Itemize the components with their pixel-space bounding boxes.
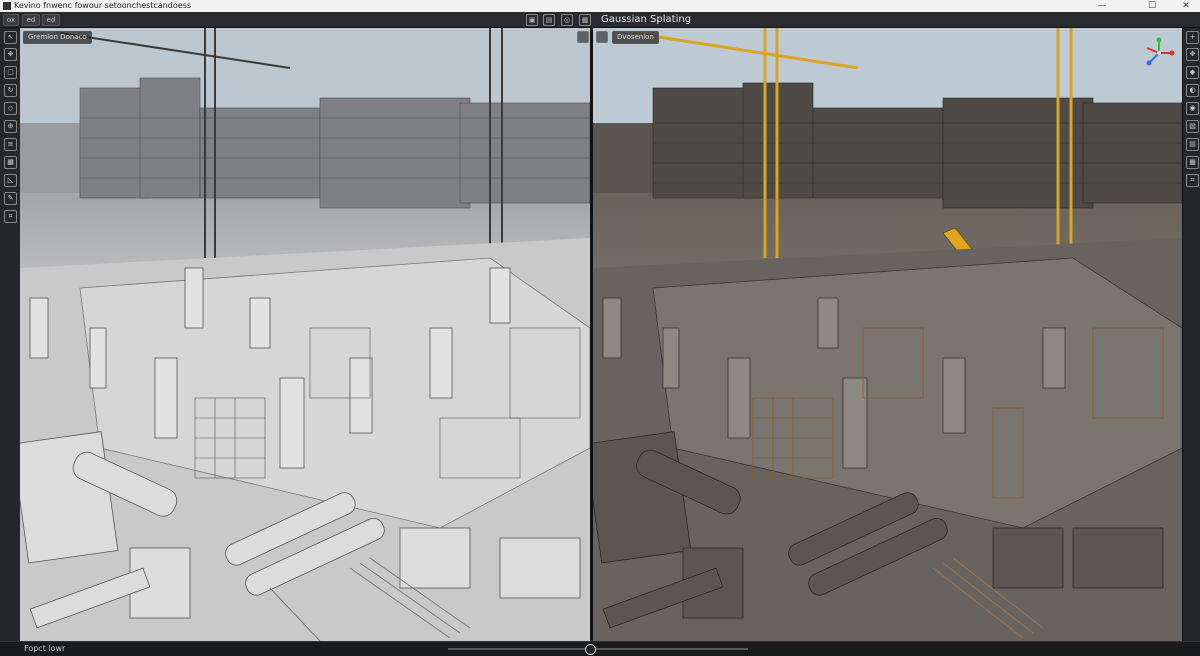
menu-button-3[interactable]: ed [42,14,60,26]
menu-toolbar: ox ed ed ▣ ▤ ◎ ▦ Gaussian Splating [0,12,1200,28]
scale-tool-icon[interactable]: ◇ [4,102,17,115]
add-icon[interactable]: + [1186,31,1199,44]
viewport-right-label: Dvosenlon [612,31,659,44]
cube-tool-icon[interactable]: ▢ [4,66,17,79]
grid-view-icon[interactable]: ▤ [1186,138,1199,151]
viewport-right-options-icon[interactable] [596,31,608,43]
viewport-gaussian-splat[interactable]: Dvosenlon [593,28,1182,641]
measure-tool-icon[interactable]: ◺ [4,174,17,187]
right-toolbar: + ✥ ◆ ◐ ◉ ▧ ▤ ▦ ⌗ [1182,28,1200,641]
render-view-icon[interactable]: ◉ [1186,102,1199,115]
grid-tool-icon[interactable]: ▦ [4,156,17,169]
checker-view-icon[interactable]: ▦ [1186,156,1199,169]
minimize-button[interactable]: — [1088,0,1116,12]
layout-icon[interactable]: ▦ [579,14,591,26]
menu-button-2[interactable]: ed [22,14,40,26]
layers-tool-icon[interactable]: ≡ [4,138,17,151]
axis-gizmo-icon[interactable] [1142,36,1176,70]
frame-view-icon[interactable]: ⌗ [1186,174,1199,187]
viewport-left-label: Gremlon Donaco [23,31,92,44]
timeline-knob[interactable] [585,644,596,655]
select-tool-icon[interactable]: ↖ [4,31,17,44]
pen-tool-icon[interactable]: ✎ [4,192,17,205]
splat-scene [593,28,1182,641]
close-button[interactable]: ✕ [1172,0,1200,12]
settings-icon[interactable]: ◎ [561,14,573,26]
view-title: Gaussian Splating [601,14,692,25]
move-view-icon[interactable]: ✥ [1186,48,1199,61]
window-titlebar: Kevino fnwenc fowour setoonchestcandoess… [0,0,1200,12]
menu-button-1[interactable]: ox [3,14,19,26]
timeline-track[interactable] [448,648,748,650]
image-icon[interactable]: ▤ [543,14,555,26]
status-text: Fopct lowr [24,644,66,653]
maximize-button[interactable]: ☐ [1138,0,1166,12]
camera-icon[interactable]: ▣ [526,14,538,26]
left-toolbar: ↖ ✥ ▢ ↻ ◇ ⊕ ≡ ▦ ◺ ✎ ⌗ [0,28,21,641]
target-tool-icon[interactable]: ⊕ [4,120,17,133]
texture-view-icon[interactable]: ▧ [1186,120,1199,133]
mesh-scene [20,28,590,641]
move-tool-icon[interactable]: ✥ [4,48,17,61]
window-title: Kevino fnwenc fowour setoonchestcandoess [14,1,192,10]
status-bar: Fopct lowr [0,641,1200,656]
frame-tool-icon[interactable]: ⌗ [4,210,17,223]
viewport-mesh[interactable]: Gremlon Donaco [20,28,590,641]
mesh-view-icon[interactable]: ◆ [1186,66,1199,79]
rotate-tool-icon[interactable]: ↻ [4,84,17,97]
viewport-left-options-icon[interactable] [577,31,589,43]
app-icon [3,2,11,10]
light-view-icon[interactable]: ◐ [1186,84,1199,97]
